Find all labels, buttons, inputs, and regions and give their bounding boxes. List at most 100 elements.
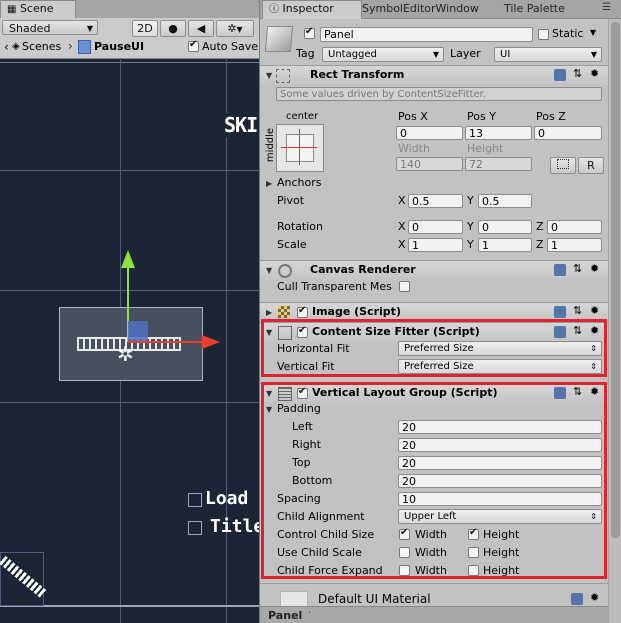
static-label: Static	[552, 27, 584, 40]
raw-edit-button[interactable]: R	[578, 157, 604, 174]
gizmo-x-axis[interactable]	[128, 341, 204, 343]
scale-label: Scale	[277, 238, 307, 251]
gear-icon[interactable]: ✹	[590, 262, 599, 275]
tab-scene[interactable]: ▦ Scene	[0, 0, 76, 19]
canvas-renderer-title: Canvas Renderer	[310, 263, 416, 276]
preset-sliders-icon[interactable]: ⇅	[573, 304, 582, 317]
layer-label: Layer	[450, 47, 481, 60]
foldout-expanded-icon[interactable]: ▼	[266, 71, 272, 80]
breadcrumb-scenes[interactable]: Scenes	[22, 40, 61, 53]
scale-x-input[interactable]: 1	[408, 238, 463, 252]
canvas-renderer-header[interactable]: ▼ Canvas Renderer ⇅ ✹	[260, 260, 608, 280]
menu-icon[interactable]: ☰	[602, 2, 611, 13]
dotted-rect-icon	[557, 159, 569, 169]
help-book-icon[interactable]	[554, 264, 566, 276]
active-checkbox[interactable]	[304, 26, 315, 39]
anchor-presets-button[interactable]	[276, 124, 324, 172]
scene-tab-icon: ▦	[7, 4, 17, 15]
foldout-expanded-icon[interactable]: ▼	[266, 266, 272, 275]
chevron-down-icon: ▼	[236, 25, 243, 34]
anchor-box	[286, 134, 314, 162]
preset-sliders-icon[interactable]: ⇅	[573, 262, 582, 275]
footer-object-label: Panel	[268, 609, 303, 622]
gizmo-y-arrow-icon[interactable]	[121, 250, 135, 268]
button-outline	[188, 521, 202, 535]
shading-mode-label: Shaded	[9, 22, 51, 35]
back-arrow-icon[interactable]: ‹	[4, 40, 9, 54]
grid-line	[0, 290, 259, 291]
lighting-toggle[interactable]: ●	[160, 20, 186, 37]
inspector-tabstrip: ⓘ Inspector SymbolEditorWindow Tile Pale…	[260, 0, 621, 19]
pos-z-input[interactable]: 0	[534, 126, 602, 140]
inspector-scrollbar[interactable]	[608, 19, 621, 623]
gear-icon[interactable]: ✹	[590, 304, 599, 317]
auto-save-checkbox[interactable]	[188, 39, 199, 52]
effects-dropdown[interactable]: ✲▼	[216, 20, 254, 37]
gizmo-x-arrow-icon[interactable]	[202, 335, 220, 349]
pos-y-input[interactable]: 13	[465, 126, 532, 140]
anchor-h-label: center	[286, 111, 319, 122]
tab-inspector-label: Inspector	[282, 2, 334, 15]
anchor-h-line	[281, 147, 317, 148]
effects-icon: ✲	[227, 22, 237, 35]
scale-y-input[interactable]: 1	[478, 238, 532, 252]
rotation-z-input[interactable]: 0	[547, 220, 602, 234]
cull-transparent-checkbox[interactable]	[399, 281, 410, 292]
pos-z-label: Pos Z	[536, 110, 566, 123]
layer-dropdown[interactable]: UI ▼	[494, 47, 602, 62]
blueprint-mode-button[interactable]	[550, 157, 576, 174]
scale-y-label: Y	[467, 238, 474, 251]
tab-tile-palette[interactable]: Tile Palette	[498, 1, 571, 18]
rect-transform-header[interactable]: ▼ Rect Transform ⇅ ✹	[260, 65, 608, 85]
scrollbar-thumb[interactable]	[611, 22, 620, 538]
pivot-x-label: X	[398, 194, 406, 207]
rotation-label: Rotation	[277, 220, 324, 233]
unity-scene-icon: ◈	[12, 41, 20, 52]
pos-x-input[interactable]: 0	[396, 126, 463, 140]
speaker-icon: ◀	[196, 22, 206, 35]
scene-view[interactable]: ▦ Scene Shaded ▼ 2D ● ◀ ✲▼ ‹ ◈ Scenes › …	[0, 0, 259, 623]
chevron-down-icon[interactable]: ▼	[590, 28, 596, 37]
rotation-x-input[interactable]: 0	[408, 220, 463, 234]
gizmo-xy-plane-handle[interactable]	[128, 321, 148, 341]
static-checkbox[interactable]	[538, 29, 549, 40]
highlight-box-content-size-fitter	[261, 319, 607, 377]
preview-footer[interactable]: Panel ·	[260, 606, 608, 623]
rotation-z-label: Z	[536, 220, 544, 233]
help-book-icon[interactable]	[571, 593, 583, 605]
load-button-text: Load	[205, 488, 249, 509]
rect-transform-title: Rect Transform	[310, 68, 405, 81]
pivot-y-input[interactable]: 0.5	[478, 194, 532, 208]
audio-toggle[interactable]: ◀	[188, 20, 214, 37]
prefab-cube-icon	[78, 40, 91, 54]
foldout-collapsed-icon[interactable]: ▶	[266, 308, 272, 317]
pos-x-label: Pos X	[398, 110, 428, 123]
anchors-foldout[interactable]: Anchors	[277, 176, 322, 190]
pivot-x-input[interactable]: 0.5	[408, 194, 463, 208]
gear-icon[interactable]: ✹	[590, 591, 599, 604]
breadcrumb-prefab[interactable]: PauseUI	[94, 40, 144, 53]
cull-transparent-label: Cull Transparent Mes	[277, 280, 392, 293]
preset-sliders-icon[interactable]: ⇅	[573, 67, 582, 80]
tab-inspector[interactable]: ⓘ Inspector	[262, 0, 362, 19]
height-label: Height	[467, 142, 504, 155]
canvas-title-text: SKI	[224, 113, 258, 137]
rotation-y-input[interactable]: 0	[478, 220, 532, 234]
foldout-collapsed-icon[interactable]: ▶	[266, 179, 272, 188]
image-enabled-checkbox[interactable]	[297, 305, 308, 318]
shading-mode-dropdown[interactable]: Shaded ▼	[2, 20, 98, 35]
info-icon: ⓘ	[269, 4, 279, 15]
rotation-y-label: Y	[467, 220, 474, 233]
tag-dropdown[interactable]: Untagged ▼	[322, 47, 444, 62]
scale-z-input[interactable]: 1	[547, 238, 602, 252]
gear-icon[interactable]: ✹	[590, 67, 599, 80]
material-divider	[260, 583, 608, 584]
help-book-icon[interactable]	[554, 306, 566, 318]
width-label: Width	[398, 142, 430, 155]
object-name-input[interactable]: Panel	[320, 27, 533, 42]
help-book-icon[interactable]	[554, 69, 566, 81]
prefab-breadcrumb: ‹ ◈ Scenes › PauseUI Auto Save	[0, 37, 259, 59]
tab-symbol-editor[interactable]: SymbolEditorWindow	[356, 1, 485, 18]
scale-x-label: X	[398, 238, 406, 251]
mode-2d-toggle[interactable]: 2D	[132, 20, 158, 37]
